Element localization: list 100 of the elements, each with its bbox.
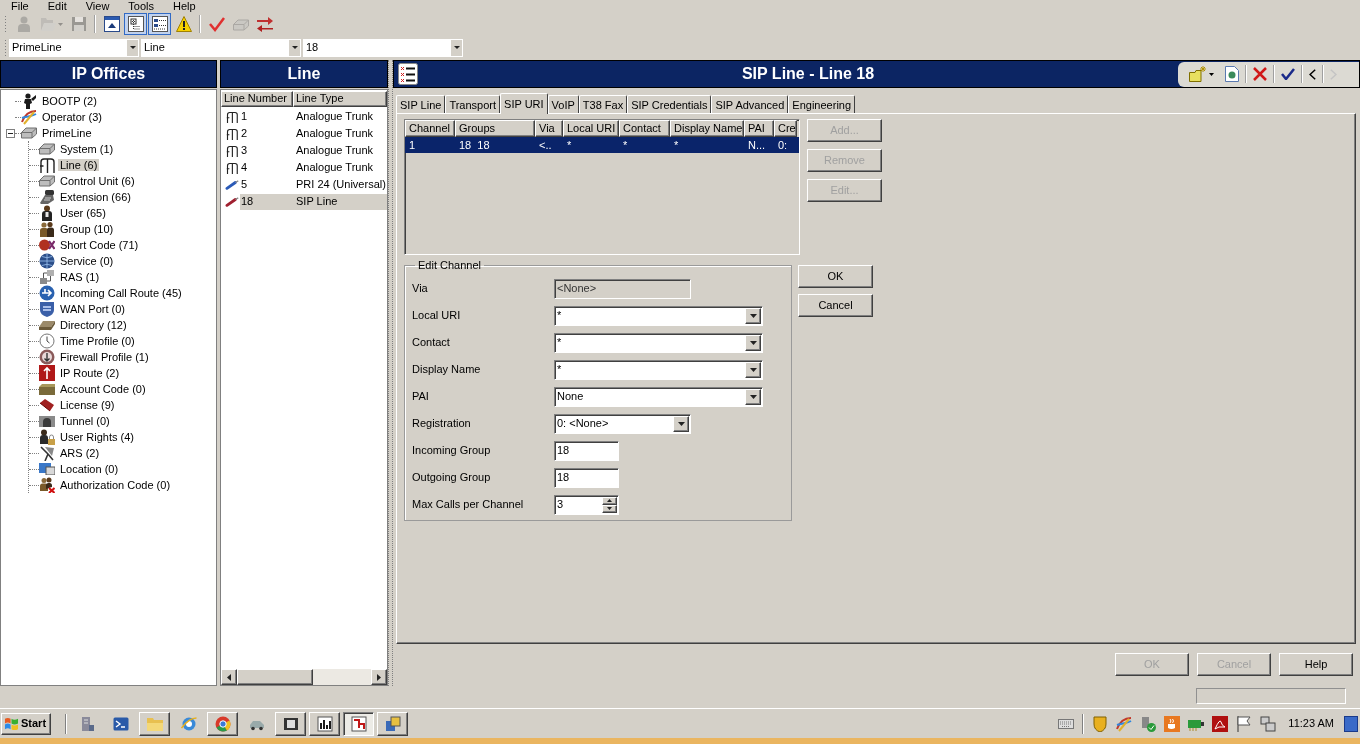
shield-icon[interactable] xyxy=(1092,715,1109,732)
selector-dropdown[interactable]: 18 xyxy=(303,38,463,57)
table-row[interactable]: 1 18 18 <.. * * * N... 0: xyxy=(405,137,799,153)
tree-item[interactable]: Control Unit (6) xyxy=(58,174,137,187)
tab[interactable]: SIP Line xyxy=(396,95,446,113)
tab[interactable]: Transport xyxy=(445,95,501,113)
menu-item[interactable]: Edit xyxy=(47,0,67,13)
field-label: Display Name xyxy=(412,362,482,378)
help-button[interactable]: Help xyxy=(1279,653,1353,676)
spin-field[interactable]: 3 xyxy=(554,494,619,515)
dropdown-field[interactable]: None xyxy=(554,386,763,407)
menu-item[interactable]: File xyxy=(11,0,29,13)
tree-item[interactable]: Extension (66) xyxy=(58,190,133,203)
start-button[interactable]: Start xyxy=(1,712,51,735)
scroll-thumb[interactable] xyxy=(237,669,313,685)
dropdown-field[interactable]: 0: <None> xyxy=(554,413,691,434)
tree-item[interactable]: Account Code (0) xyxy=(58,382,148,395)
people-icon xyxy=(39,221,55,237)
person-icon xyxy=(39,205,55,221)
toolbar-button[interactable] xyxy=(124,13,147,35)
show-desktop-icon[interactable] xyxy=(1344,715,1358,732)
tree-item[interactable]: RAS (1) xyxy=(58,270,102,283)
tree-item[interactable]: Incoming Call Route (45) xyxy=(58,286,184,299)
menu-item[interactable]: Help xyxy=(173,0,196,13)
taskbar-app-button[interactable] xyxy=(343,711,374,736)
spin-down-icon[interactable] xyxy=(607,507,612,510)
tab[interactable]: SIP Credentials xyxy=(627,95,712,113)
tree-item[interactable]: Firewall Profile (1) xyxy=(58,350,151,363)
table-cell-text: <.. xyxy=(538,137,553,153)
tree-item[interactable]: User Rights (4) xyxy=(58,430,136,443)
column-header[interactable]: Contact xyxy=(619,120,670,137)
scroll-left-icon[interactable] xyxy=(227,673,231,681)
plug-check-icon[interactable] xyxy=(1140,715,1157,732)
segmented-circle-icon xyxy=(214,715,231,732)
minus-box-icon[interactable] xyxy=(5,128,15,138)
arch-icon xyxy=(225,161,239,174)
tree-item[interactable]: Tunnel (0) xyxy=(58,414,112,427)
tree-item[interactable]: Short Code (71) xyxy=(58,238,141,251)
column-header[interactable]: Via xyxy=(535,120,563,137)
dropdown-field[interactable]: * xyxy=(554,359,763,380)
spin-up-icon[interactable] xyxy=(607,499,612,502)
curve-tile-icon[interactable] xyxy=(1212,715,1229,732)
tree-item[interactable]: PrimeLine xyxy=(40,126,94,139)
input-field[interactable]: 18 xyxy=(554,440,619,461)
menu-item[interactable]: Tools xyxy=(128,0,155,13)
column-header[interactable]: Line Number xyxy=(221,91,293,107)
grip-icon[interactable] xyxy=(4,16,7,32)
tree-item[interactable]: WAN Port (0) xyxy=(58,302,127,315)
tree-item[interactable]: System (1) xyxy=(58,142,116,155)
column-header[interactable]: Channel xyxy=(405,120,455,137)
tree-item[interactable]: Operator (3) xyxy=(40,110,104,123)
dropdown-field[interactable]: * xyxy=(554,305,763,326)
clock[interactable]: 11:23 AM xyxy=(1288,715,1334,732)
dropdown-field[interactable]: * xyxy=(554,332,763,353)
tree-item[interactable]: Time Profile (0) xyxy=(58,334,137,347)
tree-item[interactable]: Line (6) xyxy=(58,158,100,171)
two-monitors-icon[interactable] xyxy=(1260,715,1277,732)
list-row[interactable]: 18 SIP Line xyxy=(240,193,387,210)
cup-tile-icon[interactable] xyxy=(1164,715,1181,732)
column-header[interactable]: Line Type xyxy=(293,91,387,107)
tree-item[interactable]: Service (0) xyxy=(58,254,116,267)
tab[interactable]: SIP URI xyxy=(500,93,548,114)
column-header[interactable]: Cre xyxy=(774,120,797,137)
tab[interactable]: Engineering xyxy=(788,95,856,113)
field-label: Incoming Group xyxy=(412,443,492,459)
tree-item[interactable]: Directory (12) xyxy=(58,318,129,331)
tree-item[interactable]: User (65) xyxy=(58,206,108,219)
horizontal-scrollbar[interactable] xyxy=(221,669,387,685)
selector-dropdown[interactable]: PrimeLine xyxy=(9,38,139,57)
tree-item[interactable]: BOOTP (2) xyxy=(40,94,99,107)
column-header[interactable]: Local URI xyxy=(563,120,619,137)
column-header[interactable]: Display Name xyxy=(670,120,744,137)
column-header[interactable]: PAI xyxy=(744,120,774,137)
tree-item[interactable]: License (9) xyxy=(58,398,117,411)
tree-item[interactable]: Authorization Code (0) xyxy=(58,478,173,491)
tree-item[interactable]: Location (0) xyxy=(58,462,121,475)
list-row[interactable]: 4 Analogue Trunk xyxy=(240,159,387,176)
swirl-icon[interactable] xyxy=(1116,715,1133,732)
ok-button[interactable]: OK xyxy=(798,265,873,288)
group-title: Edit Channel xyxy=(417,259,482,272)
flag-icon[interactable] xyxy=(1236,715,1253,732)
cancel-button[interactable]: Cancel xyxy=(798,294,873,317)
tree-item[interactable]: ARS (2) xyxy=(58,446,102,459)
list-row[interactable]: 2 Analogue Trunk xyxy=(240,125,387,142)
menu-item[interactable]: View xyxy=(85,0,110,13)
toolbar-button[interactable] xyxy=(148,13,171,35)
tree-item[interactable]: Group (10) xyxy=(58,222,116,235)
input-field[interactable]: 18 xyxy=(554,467,619,488)
scroll-right-icon[interactable] xyxy=(377,673,381,681)
tree-item[interactable]: IP Route (2) xyxy=(58,366,122,379)
column-header[interactable]: Groups xyxy=(455,120,535,137)
selector-dropdown[interactable]: Line xyxy=(141,38,301,57)
tab[interactable]: SIP Advanced xyxy=(711,95,789,113)
tab[interactable]: T38 Fax xyxy=(578,95,628,113)
grip-icon[interactable] xyxy=(4,39,7,56)
tab[interactable]: VoIP xyxy=(547,95,579,113)
list-row[interactable]: 5 PRI 24 (Universal) xyxy=(240,176,387,193)
folder-icon xyxy=(146,715,163,732)
list-row[interactable]: 3 Analogue Trunk xyxy=(240,142,387,159)
list-row[interactable]: 1 Analogue Trunk xyxy=(240,108,387,125)
